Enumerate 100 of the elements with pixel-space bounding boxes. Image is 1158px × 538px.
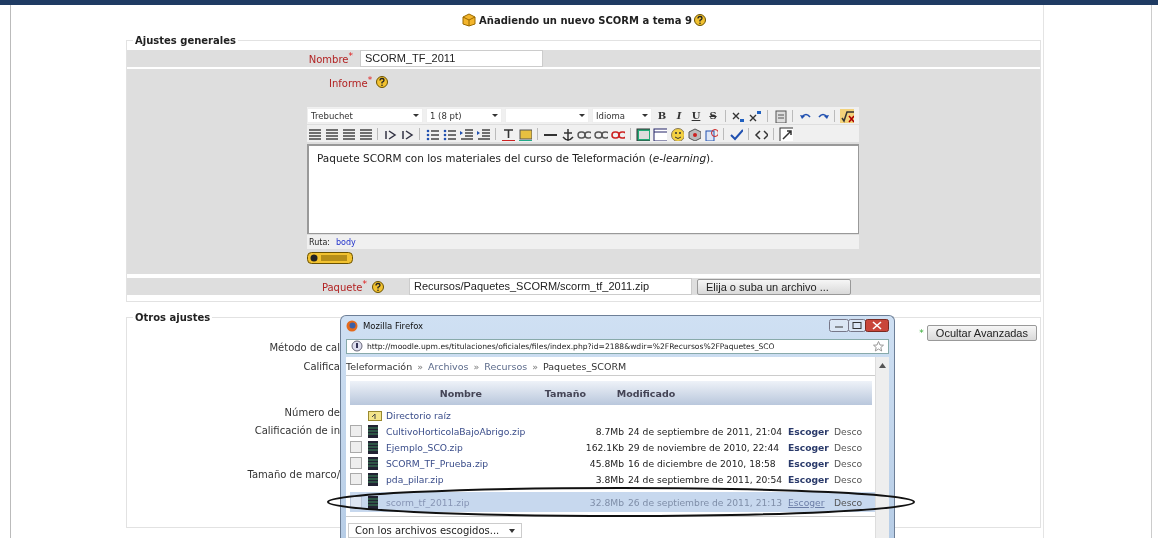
file-size: 3.8Mb [594,473,624,485]
box-icon [461,13,478,27]
help-toggle-icon[interactable] [307,252,353,265]
anchor-icon[interactable] [560,126,574,141]
zip-file-icon [368,440,378,454]
parent-folder-link[interactable]: Directorio raíz [386,409,568,421]
file-row[interactable]: pda_pilar.zip 3.8Mb 24 de septiembre de 2011, 20:54 Escoger Desco [350,471,875,487]
modified-date: 24 de septiembre de 2011, 20:54 [628,473,784,485]
language-select[interactable]: Idioma [592,108,652,124]
file-checkbox[interactable] [350,425,362,437]
underline-button[interactable]: U [689,110,703,122]
size-select[interactable]: 1 (8 pt) [426,108,502,124]
lines-icon[interactable] [341,126,355,141]
download-link[interactable]: Desco [834,425,868,437]
name-field[interactable]: SCORM_TF_2011 [360,50,543,67]
file-size: 45.8Mb [588,457,624,469]
lines-icon[interactable] [307,126,321,141]
path-link[interactable]: body [336,237,356,247]
modified-date: 29 de noviembre de 2010, 22:44 [628,441,781,453]
browser-logo-icon [346,319,358,332]
breadcrumb-item: Paquetes_SCORM [543,360,627,372]
field-label: Paquete$^{*}$ [320,279,367,294]
fullscreen-icon[interactable] [779,126,793,141]
download-link[interactable]: Desco [834,473,868,485]
field-label: Califica [303,360,340,373]
field-label: Número de [284,406,340,419]
breadcrumb-link[interactable]: Recursos [484,360,528,372]
field-label: Nombre$^{*}$ [307,51,353,66]
download-link[interactable]: Desco [834,496,868,508]
text-color-icon[interactable] [501,126,515,141]
bold-button[interactable]: B [655,110,669,122]
breadcrumb-separator: » [473,360,480,372]
modified-date: 26 de septiembre de 2011, 21:13 [628,496,784,508]
help-icon[interactable] [372,280,384,293]
file-size: 162.1Kb [584,441,624,453]
modified-date: 24 de septiembre de 2011, 21:04 [628,425,784,437]
download-link[interactable]: Desco [834,457,868,469]
field-label: Tamaño de marco/ [247,468,340,481]
window-controls-icon[interactable] [829,318,889,333]
section-legend: Otros ajustes [133,312,213,323]
image-icon[interactable] [636,126,650,141]
choose-link[interactable]: Escoger [788,473,834,485]
italic-button[interactable]: I [672,110,686,122]
action-select[interactable]: Con los archivos escogidos... [348,523,523,538]
choose-file-button[interactable]: Elija o suba un archivo ... [697,278,851,295]
package-field[interactable]: Recursos/Paquetes_SCORM/scorm_tf_2011.zip [409,278,692,295]
file-size: 8.7Mb [594,425,624,437]
scroll-up-icon[interactable] [879,363,886,368]
help-icon[interactable] [693,14,706,26]
page-title: Añadiendo un nuevo SCORM a tema 9 [479,14,692,26]
font-select[interactable]: Trebuchet [307,108,423,124]
breadcrumb-separator: » [417,360,423,372]
cube-icon[interactable] [687,126,701,141]
choose-link[interactable]: Escoger [788,425,834,437]
file-checkbox[interactable] [350,473,362,485]
zip-file-icon [368,472,378,486]
modified-date: 16 de diciembre de 2010, 18:58 [628,457,777,469]
section-legend: Ajustes generales [133,35,238,46]
indent-icon[interactable] [459,126,473,141]
column-header[interactable]: Modificado [586,387,706,399]
column-header[interactable]: Nombre [350,387,482,399]
math-icon[interactable] [840,108,854,123]
file-checkbox[interactable] [350,457,362,469]
choose-link[interactable]: Escoger [788,441,834,453]
editor-text: Paquete SCORM con los materiales del curso de Teleformación (e-learning). [317,152,714,165]
table-icon[interactable] [653,126,667,141]
breadcrumb-item: Teleformación [346,360,413,372]
file-name-link[interactable]: Ejemplo_SCO.zip [386,441,568,453]
file-row[interactable]: SCORM_TF_Prueba.zip 45.8Mb 16 de diciembre de 2010, 18:58 Escoger Desco [350,455,875,471]
file-checkbox[interactable] [350,441,362,453]
indent-icon[interactable] [476,126,490,141]
file-row[interactable]: CultivoHorticolaBajoAbrigo.zip 8.7Mb 24 de septiembre de 2011, 21:04 Escoger Desco [350,423,875,439]
lines-icon[interactable] [324,126,338,141]
help-icon[interactable] [376,76,389,89]
smiley-icon[interactable] [670,126,684,141]
column-header[interactable]: Tamaño [482,387,586,399]
zip-file-icon [368,456,378,470]
file-name-link[interactable]: CultivoHorticolaBajoAbrigo.zip [386,425,568,437]
strikethrough-button[interactable]: S [706,110,720,122]
file-name-link[interactable]: SCORM_TF_Prueba.zip [386,457,568,469]
folder-up-icon [368,409,382,421]
field-label: Método de cal [269,341,340,354]
file-row[interactable]: scorm_tf_2011.zip 32.8Mb 26 de septiembre de 2011, 21:13 Escoger Desco [350,492,875,512]
field-label: Calificación de in [254,424,340,437]
site-info-icon [351,340,363,353]
file-name-link[interactable]: pda_pilar.zip [386,473,568,485]
lines-icon[interactable] [358,126,372,141]
editor-text-area[interactable]: Paquete SCORM con los materiales del curso de Teleformación (e-learning). [307,144,859,235]
download-link[interactable]: Desco [834,441,868,453]
superscript-icon[interactable] [748,108,762,123]
breadcrumb-link[interactable]: Archivos [428,360,469,372]
zip-file-icon [368,495,378,509]
hide-advanced-button[interactable]: Ocultar Avanzadas [926,325,1037,341]
path-label: Ruta: [309,237,330,247]
advanced-mark: * [919,328,924,338]
star-icon[interactable] [873,340,884,352]
field-label: Informe$^{*}$ [329,75,373,90]
choose-link[interactable]: Escoger [788,457,834,469]
scrollbar[interactable] [875,357,889,538]
file-row[interactable]: Ejemplo_SCO.zip 162.1Kb 29 de noviembre de 2010, 22:44 Escoger Desco [350,439,875,455]
